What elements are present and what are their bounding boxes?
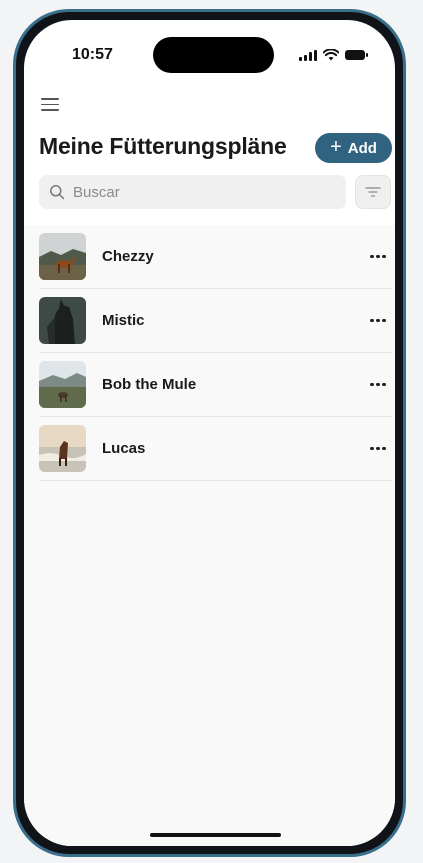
- status-time: 10:57: [72, 46, 113, 63]
- more-options-icon[interactable]: [368, 382, 388, 387]
- list-item[interactable]: Mistic: [39, 289, 392, 353]
- search-bar[interactable]: [39, 175, 346, 209]
- battery-icon: [345, 50, 368, 60]
- search-icon: [50, 185, 65, 200]
- dynamic-island: [153, 37, 274, 73]
- plus-icon: +: [330, 136, 342, 158]
- horse-thumbnail: [39, 361, 86, 408]
- app-screen: 10:57 Meine Fütterungspläne + Add Buscar…: [24, 20, 395, 846]
- list-item[interactable]: Chezzy: [39, 225, 392, 289]
- list-item[interactable]: Bob the Mule: [39, 353, 392, 417]
- horse-thumbnail: [39, 233, 86, 280]
- status-icons: [299, 49, 368, 61]
- horse-name: Bob the Mule: [102, 376, 197, 393]
- filter-button[interactable]: [355, 175, 391, 209]
- horse-name: Chezzy: [102, 248, 154, 265]
- add-button[interactable]: + Add: [315, 133, 392, 163]
- more-options-icon[interactable]: [368, 254, 388, 259]
- more-options-icon[interactable]: [368, 318, 388, 323]
- horse-name: Lucas: [102, 440, 146, 457]
- menu-icon[interactable]: [41, 98, 59, 111]
- home-indicator[interactable]: [150, 833, 281, 837]
- status-bar: 10:57: [24, 20, 395, 76]
- wifi-icon: [323, 49, 339, 61]
- search-input[interactable]: [71, 182, 315, 202]
- horse-thumbnail: [39, 425, 86, 472]
- filter-icon: [365, 187, 381, 197]
- horse-thumbnail: [39, 297, 86, 344]
- horse-list: Chezzy Mistic Bob the Mule Lucas: [24, 225, 395, 846]
- add-button-label: Add: [347, 139, 377, 157]
- horse-name: Mistic: [102, 312, 145, 329]
- list-item[interactable]: Lucas: [39, 417, 392, 481]
- phone-frame: 10:57 Meine Fütterungspläne + Add Buscar…: [13, 9, 406, 857]
- cellular-signal-icon: [299, 49, 317, 61]
- page-title: Meine Fütterungspläne: [39, 133, 287, 159]
- more-options-icon[interactable]: [368, 446, 388, 451]
